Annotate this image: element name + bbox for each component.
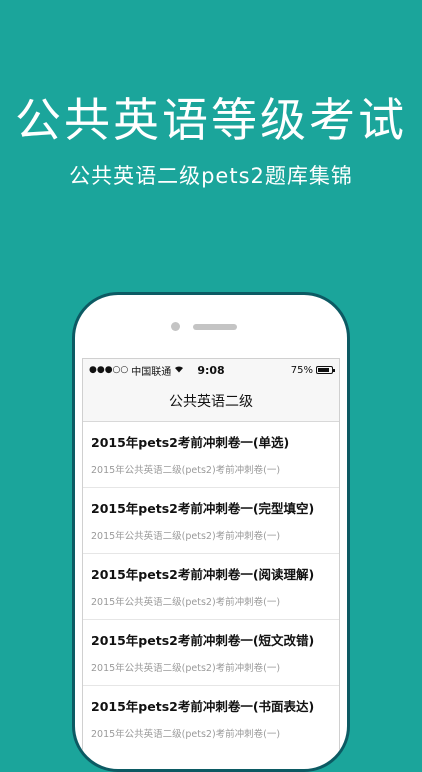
nav-bar: 公共英语二级 [83, 381, 339, 422]
list-item[interactable]: 2015年pets2考前冲刺卷一(阅读理解) 2015年公共英语二级(pets2… [83, 554, 339, 620]
status-left: ●●●○○ 中国联通 [89, 363, 184, 378]
list-item-subtitle: 2015年公共英语二级(pets2)考前冲刺卷(一) [91, 663, 281, 674]
list-item[interactable]: 2015年pets2考前冲刺卷一(单选) 2015年公共英语二级(pets2)考… [83, 422, 339, 488]
carrier-label: 中国联通 [131, 366, 172, 378]
status-bar: ●●●○○ 中国联通 9:08 75% [83, 359, 339, 381]
list-item-subtitle: 2015年公共英语二级(pets2)考前冲刺卷(一) [91, 531, 281, 542]
list-item-title: 2015年pets2考前冲刺卷一(单选) [91, 435, 290, 450]
nav-title: 公共英语二级 [169, 394, 253, 410]
battery-icon [316, 366, 335, 374]
list-item-title: 2015年pets2考前冲刺卷一(阅读理解) [91, 567, 315, 582]
hero-title: 公共英语等级考试 [15, 93, 407, 147]
hero-subtitle: 公共英语二级pets2题库集锦 [69, 164, 353, 188]
list-item-title: 2015年pets2考前冲刺卷一(书面表达) [91, 699, 315, 714]
wifi-icon [174, 365, 184, 376]
list-item-subtitle: 2015年公共英语二级(pets2)考前冲刺卷(一) [91, 597, 281, 608]
list-item-subtitle: 2015年公共英语二级(pets2)考前冲刺卷(一) [91, 465, 281, 476]
exam-list: 2015年pets2考前冲刺卷一(单选) 2015年公共英语二级(pets2)考… [83, 422, 339, 750]
list-item[interactable]: 2015年pets2考前冲刺卷一(完型填空) 2015年公共英语二级(pets2… [83, 488, 339, 554]
battery-percent: 75% [290, 364, 313, 376]
phone-screen: ●●●○○ 中国联通 9:08 75% 公共英语二级 2015年pets2考前冲… [82, 358, 340, 750]
speaker-slot [193, 324, 237, 330]
list-item[interactable]: 2015年pets2考前冲刺卷一(书面表达) 2015年公共英语二级(pets2… [83, 686, 339, 750]
list-item-title: 2015年pets2考前冲刺卷一(完型填空) [91, 501, 315, 516]
list-item[interactable]: 2015年pets2考前冲刺卷一(短文改错) 2015年公共英语二级(pets2… [83, 620, 339, 686]
status-right: 75% [290, 364, 335, 376]
list-item-subtitle: 2015年公共英语二级(pets2)考前冲刺卷(一) [91, 729, 281, 740]
camera-dot [171, 322, 180, 331]
signal-icon: ●●●○○ [89, 365, 129, 375]
list-item-title: 2015年pets2考前冲刺卷一(短文改错) [91, 633, 315, 648]
